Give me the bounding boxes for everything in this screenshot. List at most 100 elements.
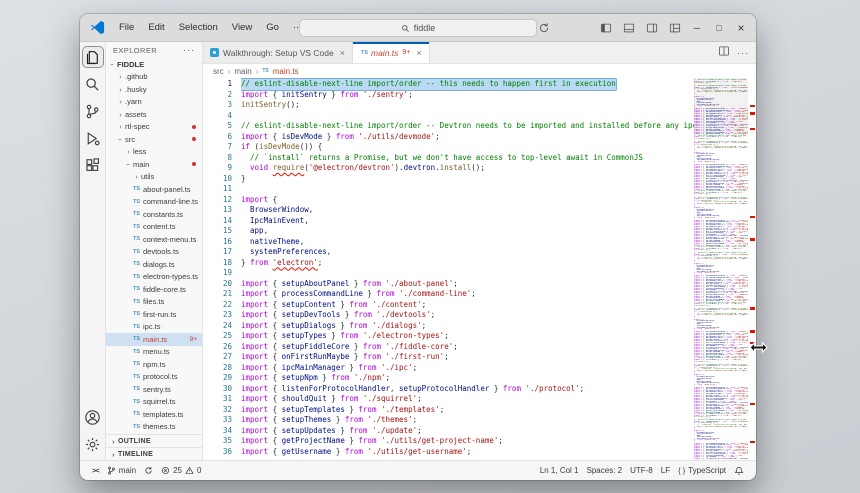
- code-line[interactable]: initSentry();: [241, 100, 694, 111]
- tree-file-squirrel.ts[interactable]: TSsquirrel.ts: [106, 396, 202, 409]
- toggle-secondary-sidebar-icon[interactable]: [643, 19, 660, 36]
- code-line[interactable]: nativeTheme,: [241, 237, 694, 248]
- code-line[interactable]: [241, 111, 694, 122]
- tree-folder-less[interactable]: ›less: [106, 146, 202, 159]
- tab-main-ts[interactable]: TS main.ts 9+ ×: [353, 42, 430, 63]
- settings-gear-icon[interactable]: [82, 433, 104, 455]
- code-line[interactable]: BrowserWindow,: [241, 205, 694, 216]
- explorer-more-actions[interactable]: ···: [183, 45, 195, 55]
- editor-more-actions[interactable]: ···: [737, 48, 749, 58]
- run-debug-icon[interactable]: [82, 127, 104, 149]
- menu-edit[interactable]: Edit: [141, 14, 171, 42]
- tree-folder-.yarn[interactable]: ›.yarn: [106, 96, 202, 109]
- maximize-button[interactable]: □: [708, 14, 730, 41]
- toggle-sidebar-icon[interactable]: [597, 19, 614, 36]
- code-line[interactable]: if (isDevMode()) {: [241, 142, 694, 153]
- tree-file-main.ts[interactable]: TSmain.ts9+: [106, 333, 202, 346]
- code-line[interactable]: import { initSentry } from './sentry';: [241, 90, 694, 101]
- indentation[interactable]: Spaces: 2: [583, 466, 627, 475]
- remote-indicator-icon[interactable]: ><: [88, 466, 103, 475]
- code-line[interactable]: systemPreferences,: [241, 247, 694, 258]
- code-editor[interactable]: 1234567891011121314151617181920212223242…: [203, 78, 756, 460]
- code-line[interactable]: [241, 184, 694, 195]
- accounts-icon[interactable]: [82, 406, 104, 428]
- code-line[interactable]: import { onFirstRunMaybe } from './first…: [241, 352, 694, 363]
- menu-selection[interactable]: Selection: [172, 14, 225, 42]
- tree-file-sentry.ts[interactable]: TSsentry.ts: [106, 383, 202, 396]
- code-line[interactable]: IpcMainEvent,: [241, 216, 694, 227]
- code-line[interactable]: import { getProjectName } from './utils/…: [241, 436, 694, 447]
- tree-file-context-menu.ts[interactable]: TScontext-menu.ts: [106, 233, 202, 246]
- tree-file-dialogs.ts[interactable]: TSdialogs.ts: [106, 258, 202, 271]
- tree-file-files.ts[interactable]: TSfiles.ts: [106, 296, 202, 309]
- timeline-section[interactable]: › TIMELINE: [106, 447, 202, 460]
- code-line[interactable]: // `install` returns a Promise, but we d…: [241, 153, 694, 164]
- tree-file-themes.ts[interactable]: TSthemes.ts: [106, 421, 202, 434]
- source-control-icon[interactable]: [82, 100, 104, 122]
- tree-file-ipc.ts[interactable]: TSipc.ts: [106, 321, 202, 334]
- code-line[interactable]: import { setupThemes } from './themes';: [241, 415, 694, 426]
- code-line[interactable]: import { setupNpm } from './npm';: [241, 373, 694, 384]
- encoding[interactable]: UTF-8: [626, 466, 657, 475]
- extensions-icon[interactable]: [82, 154, 104, 176]
- code-line[interactable]: [241, 268, 694, 279]
- code-line[interactable]: // eslint-disable-next-line import/order…: [241, 121, 694, 132]
- breadcrumb-main[interactable]: main: [234, 67, 251, 76]
- tree-folder-rtl-spec[interactable]: ›rtl-spec: [106, 121, 202, 134]
- sync-changes[interactable]: [140, 466, 157, 475]
- tree-file-content.ts[interactable]: TScontent.ts: [106, 221, 202, 234]
- breadcrumb-main-ts[interactable]: main.ts: [273, 67, 299, 76]
- outline-section[interactable]: › OUTLINE: [106, 434, 202, 447]
- code-line[interactable]: import { ipcMainManager } from './ipc';: [241, 363, 694, 374]
- minimize-button[interactable]: ─: [686, 14, 708, 41]
- breadcrumb-src[interactable]: src: [213, 67, 224, 76]
- code-line[interactable]: import { setupUpdates } from './update';: [241, 426, 694, 437]
- tree-file-constants.ts[interactable]: TSconstants.ts: [106, 208, 202, 221]
- tree-folder-.husky[interactable]: ›.husky: [106, 83, 202, 96]
- split-editor-icon[interactable]: [718, 44, 730, 62]
- sync-icon[interactable]: [535, 19, 552, 36]
- tree-folder-main[interactable]: ›main: [106, 158, 202, 171]
- eol-sequence[interactable]: LF: [657, 466, 674, 475]
- customize-layout-icon[interactable]: [666, 19, 683, 36]
- code-line[interactable]: import { getUsername } from './utils/get…: [241, 447, 694, 458]
- tree-file-templates.ts[interactable]: TStemplates.ts: [106, 408, 202, 421]
- explorer-icon[interactable]: [82, 46, 104, 68]
- code-line[interactable]: import { shouldQuit } from './squirrel';: [241, 394, 694, 405]
- close-icon[interactable]: ×: [340, 48, 345, 58]
- tree-file-fiddle-core.ts[interactable]: TSfiddle-core.ts: [106, 283, 202, 296]
- tree-file-command-line.ts[interactable]: TScommand-line.ts: [106, 196, 202, 209]
- branch-indicator[interactable]: main: [103, 466, 140, 475]
- tree-file-protocol.ts[interactable]: TSprotocol.ts: [106, 371, 202, 384]
- tree-folder-utils[interactable]: ›utils: [106, 171, 202, 184]
- search-input[interactable]: fiddle: [299, 19, 537, 37]
- tree-folder-assets[interactable]: ›assets: [106, 108, 202, 121]
- overview-ruler[interactable]: [748, 78, 756, 460]
- tree-file-electron-types.ts[interactable]: TSelectron-types.ts: [106, 271, 202, 284]
- close-icon[interactable]: ×: [416, 48, 421, 58]
- code-line[interactable]: import { setupFiddleCore } from './fiddl…: [241, 342, 694, 353]
- code-line[interactable]: } from 'electron';: [241, 258, 694, 269]
- tree-file-npm.ts[interactable]: TSnpm.ts: [106, 358, 202, 371]
- code-line[interactable]: import { listenForProtocolHandler, setup…: [241, 384, 694, 395]
- code-line[interactable]: import { setupAboutPanel } from './about…: [241, 279, 694, 290]
- notifications-bell[interactable]: [730, 466, 748, 476]
- tree-root-fiddle[interactable]: › FIDDLE: [106, 58, 202, 71]
- code-line[interactable]: import { setupContent } from './content'…: [241, 300, 694, 311]
- tab-walkthrough[interactable]: Walkthrough: Setup VS Code ×: [203, 42, 353, 63]
- tree-file-about-panel.ts[interactable]: TSabout-panel.ts: [106, 183, 202, 196]
- menu-view[interactable]: View: [225, 14, 259, 42]
- code-line[interactable]: import { setupTypes } from './electron-t…: [241, 331, 694, 342]
- code-line[interactable]: import { setupTemplates } from './templa…: [241, 405, 694, 416]
- tree-folder-src[interactable]: ›src: [106, 133, 202, 146]
- language-mode[interactable]: { } TypeScript: [674, 466, 730, 475]
- code-line[interactable]: void require('@electron/devtron').devtro…: [241, 163, 694, 174]
- toggle-panel-icon[interactable]: [620, 19, 637, 36]
- code-line[interactable]: import { setupDialogs } from './dialogs'…: [241, 321, 694, 332]
- cursor-position[interactable]: Ln 1, Col 1: [536, 466, 583, 475]
- search-view-icon[interactable]: [82, 73, 104, 95]
- code-line[interactable]: import {: [241, 195, 694, 206]
- menu-file[interactable]: File: [112, 14, 141, 42]
- minimap-slider[interactable]: [694, 78, 748, 135]
- tree-folder-.github[interactable]: ›.github: [106, 71, 202, 84]
